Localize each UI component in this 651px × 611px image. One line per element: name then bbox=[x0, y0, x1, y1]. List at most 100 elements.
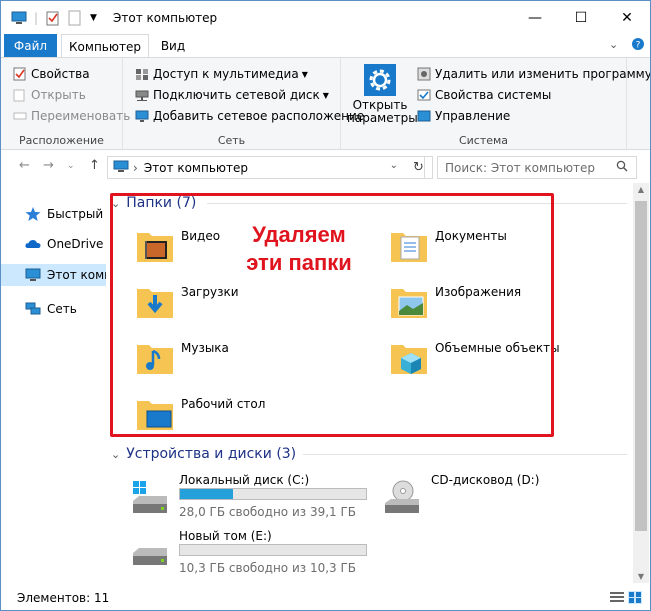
content-area: ⌄ Папки (7) Видео Документы Загрузки Изо… bbox=[107, 183, 633, 583]
nav-label-network: Сеть bbox=[47, 302, 77, 316]
breadcrumb-chevron-icon[interactable]: › bbox=[133, 161, 138, 175]
tab-computer[interactable]: Компьютер bbox=[61, 34, 149, 58]
computer-icon bbox=[25, 268, 41, 282]
help-icon[interactable]: ? bbox=[631, 37, 645, 54]
address-dropdown-icon[interactable]: ⌄ bbox=[390, 160, 398, 171]
section-divider bbox=[303, 454, 627, 455]
close-button[interactable]: ✕ bbox=[604, 1, 650, 34]
drive-name: Локальный диск (C:) bbox=[179, 473, 310, 487]
search-icon bbox=[616, 160, 628, 175]
computer-icon bbox=[11, 9, 27, 27]
drive-item-e[interactable]: Новый том (E:) 10,3 ГБ свободно из 10,3 … bbox=[131, 529, 391, 583]
properties-button[interactable]: Свойства bbox=[13, 64, 90, 84]
nav-label-this-pc: Этот комп bbox=[47, 268, 106, 282]
add-network-location-label: Добавить сетевое расположение bbox=[153, 109, 365, 123]
scroll-down-icon[interactable]: ▼ bbox=[633, 572, 649, 581]
network-icon bbox=[25, 302, 41, 316]
forward-arrow-icon[interactable]: → bbox=[43, 158, 54, 173]
drive-item-c[interactable]: Локальный диск (C:) 28,0 ГБ свободно из … bbox=[131, 473, 391, 527]
media-dropdown-icon: ▼ bbox=[301, 69, 308, 79]
media-access-label: Доступ к мультимедиа bbox=[153, 67, 299, 81]
scroll-up-icon[interactable]: ▲ bbox=[633, 185, 649, 194]
address-row: ← → ⌄ ↑ › Этот компьютер ⌄ ↻ Поиск: Этот… bbox=[1, 151, 650, 183]
cloud-icon bbox=[25, 237, 41, 251]
open-button[interactable]: Открыть bbox=[13, 85, 86, 105]
system-properties-icon bbox=[417, 88, 431, 102]
drive-free-space: 10,3 ГБ свободно из 10,3 ГБ bbox=[179, 561, 357, 575]
drive-item-d[interactable]: CD-дисковод (D:) bbox=[383, 473, 623, 527]
add-network-location-button[interactable]: Добавить сетевое расположение bbox=[135, 106, 364, 126]
rename-button[interactable]: Переименовать bbox=[13, 106, 130, 126]
vertical-scrollbar[interactable]: ▲ ▼ bbox=[633, 183, 649, 583]
drive-usage-bar bbox=[179, 544, 367, 556]
system-properties-button[interactable]: Свойства системы bbox=[417, 85, 551, 105]
title-bar: | ▼ Этот компьютер — ☐ ✕ bbox=[1, 1, 650, 34]
system-properties-label: Свойства системы bbox=[435, 88, 552, 102]
svg-text:?: ? bbox=[636, 41, 641, 51]
address-bar[interactable]: › Этот компьютер ⌄ bbox=[107, 156, 425, 179]
up-arrow-icon[interactable]: ↑ bbox=[89, 158, 100, 173]
tab-view[interactable]: Вид bbox=[153, 34, 193, 58]
ribbon-tabs: Файл Компьютер Вид ⌄ ? bbox=[1, 34, 650, 58]
refresh-button[interactable]: ↻ bbox=[405, 156, 433, 179]
separator: | bbox=[34, 11, 39, 25]
nav-item-network[interactable]: Сеть bbox=[1, 298, 106, 320]
hard-drive-icon bbox=[131, 535, 171, 571]
quick-access-dropdown-icon[interactable]: ▼ bbox=[90, 9, 97, 27]
ribbon: Свойства Открыть Переименовать Расположе… bbox=[1, 57, 650, 150]
nav-item-onedrive[interactable]: OneDrive bbox=[1, 233, 106, 255]
drives-header-label: Устройства и диски (3) bbox=[126, 446, 297, 462]
manage-label: Управление bbox=[435, 109, 511, 123]
ribbon-collapse-icon[interactable]: ⌄ bbox=[609, 38, 618, 51]
tiles-view-icon[interactable] bbox=[628, 591, 642, 604]
drive-free-space: 28,0 ГБ свободно из 39,1 ГБ bbox=[179, 505, 357, 519]
tab-file[interactable]: Файл bbox=[4, 34, 57, 58]
back-arrow-icon[interactable]: ← bbox=[19, 158, 30, 173]
star-icon bbox=[25, 207, 41, 221]
network-drive-icon bbox=[135, 88, 149, 102]
group-system-label: Система bbox=[458, 134, 509, 147]
details-view-icon[interactable] bbox=[610, 591, 624, 604]
annotation-line-1: Удаляем bbox=[252, 222, 346, 247]
rename-label: Переименовать bbox=[31, 109, 131, 123]
scroll-thumb[interactable] bbox=[635, 201, 647, 531]
view-switcher bbox=[610, 591, 642, 604]
search-placeholder: Поиск: Этот компьютер bbox=[445, 160, 596, 175]
address-path[interactable]: Этот компьютер bbox=[144, 161, 248, 175]
media-icon bbox=[135, 67, 149, 81]
recent-dropdown-icon[interactable]: ⌄ bbox=[67, 161, 75, 171]
window-title: Этот компьютер bbox=[113, 11, 218, 25]
drive-name: CD-дисковод (D:) bbox=[431, 473, 540, 487]
uninstall-program-button[interactable]: Удалить или изменить программу bbox=[417, 64, 651, 84]
minimize-button[interactable]: — bbox=[512, 1, 558, 34]
system-drive-icon bbox=[131, 479, 171, 515]
map-drive-button[interactable]: Подключить сетевой диск ▼ bbox=[135, 85, 329, 105]
media-access-button[interactable]: Доступ к мультимедиа ▼ bbox=[135, 64, 308, 84]
status-bar: Элементов: 11 bbox=[1, 585, 650, 610]
group-system: Открыть параметры Удалить или изменить п… bbox=[341, 58, 650, 150]
open-icon bbox=[13, 88, 27, 102]
explorer-window: | ▼ Этот компьютер — ☐ ✕ Файл Компьютер … bbox=[0, 0, 651, 611]
nav-item-this-pc[interactable]: Этот комп bbox=[1, 264, 106, 286]
manage-button[interactable]: Управление bbox=[417, 106, 510, 126]
open-label: Открыть bbox=[31, 88, 86, 102]
group-network-label: Сеть bbox=[217, 134, 246, 147]
map-drive-dropdown-icon: ▼ bbox=[322, 90, 329, 100]
manage-icon bbox=[417, 109, 431, 123]
drive-name: Новый том (E:) bbox=[179, 529, 272, 543]
open-settings-button[interactable]: Открыть параметры bbox=[347, 62, 418, 130]
drives-section-header[interactable]: ⌄ Устройства и диски (3) bbox=[111, 443, 296, 465]
uninstall-label: Удалить или изменить программу bbox=[435, 67, 651, 81]
address-computer-icon bbox=[113, 160, 129, 176]
maximize-button[interactable]: ☐ bbox=[558, 1, 604, 34]
group-location-label: Расположение bbox=[19, 134, 104, 147]
properties-quick-icon[interactable] bbox=[46, 9, 60, 27]
search-input[interactable]: Поиск: Этот компьютер bbox=[437, 156, 637, 179]
new-folder-quick-icon[interactable] bbox=[68, 9, 82, 27]
cd-drive-icon bbox=[383, 479, 423, 515]
drive-usage-fill bbox=[180, 489, 233, 499]
group-network: Доступ к мультимедиа ▼ Подключить сетево… bbox=[123, 58, 364, 150]
nav-item-quick-access[interactable]: Быстрый д bbox=[1, 203, 106, 225]
item-count: Элементов: 11 bbox=[17, 590, 110, 605]
network-location-icon bbox=[135, 109, 149, 123]
